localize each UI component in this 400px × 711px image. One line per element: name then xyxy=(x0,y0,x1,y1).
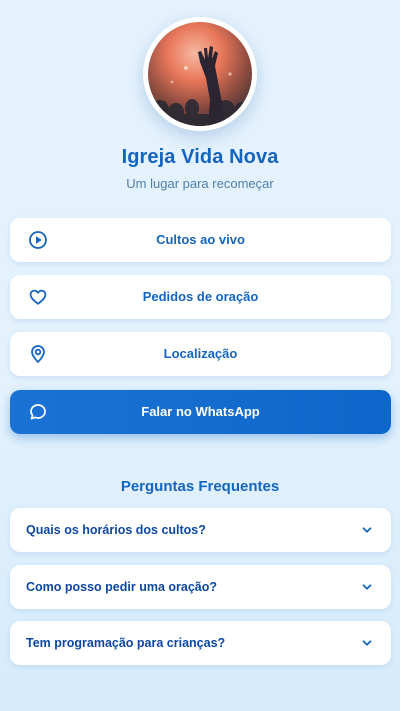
faq-question: Quais os horários dos cultos? xyxy=(26,523,206,537)
worship-photo xyxy=(148,22,252,126)
location-label: Localização xyxy=(163,346,238,361)
chevron-down-icon xyxy=(362,640,372,646)
whatsapp-button[interactable]: Falar no WhatsApp xyxy=(10,390,391,434)
faq-item-prayer-request[interactable]: Como posso pedir uma oração? xyxy=(10,565,391,609)
page-title: Igreja Vida Nova xyxy=(121,146,279,168)
faq-item-service-times[interactable]: Quais os horários dos cultos? xyxy=(10,508,391,552)
live-services-button[interactable]: Cultos ao vivo xyxy=(10,218,391,262)
link-page: Igreja Vida Nova Um lugar para recomeçar… xyxy=(0,0,400,711)
page-subtitle: Um lugar para recomeçar xyxy=(126,176,274,191)
avatar xyxy=(143,17,257,131)
faq-item-kids-program[interactable]: Tem programação para crianças? xyxy=(10,621,391,665)
faq-question: Como posso pedir uma oração? xyxy=(26,580,218,594)
prayer-requests-label: Pedidos de oração xyxy=(142,289,259,304)
live-services-label: Cultos ao vivo xyxy=(156,232,245,247)
chevron-down-icon xyxy=(362,527,372,533)
faq-question: Tem programação para crianças? xyxy=(26,636,226,650)
faq-heading: Perguntas Frequentes xyxy=(120,478,280,495)
location-button[interactable]: Localização xyxy=(10,332,391,376)
whatsapp-label: Falar no WhatsApp xyxy=(141,404,260,419)
chevron-down-icon xyxy=(362,584,372,590)
prayer-requests-button[interactable]: Pedidos de oração xyxy=(10,275,391,319)
